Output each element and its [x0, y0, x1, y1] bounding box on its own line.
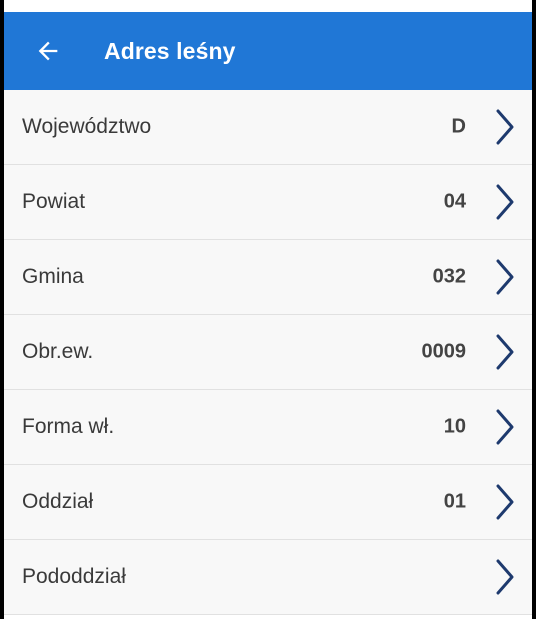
chevron-right-icon[interactable] [492, 557, 518, 597]
back-button[interactable] [20, 23, 76, 79]
chevron-right-icon[interactable] [492, 482, 518, 522]
row-label: Gmina [22, 265, 84, 288]
chevron-right-icon[interactable] [492, 257, 518, 297]
app-bar: Adres leśny [4, 12, 532, 90]
row-label: Województwo [22, 115, 152, 138]
chevron-right-icon[interactable] [492, 407, 518, 447]
row-wojewodztwo[interactable]: Województwo D [4, 90, 532, 165]
chevron-right-icon[interactable] [492, 107, 518, 147]
right-edge [532, 0, 536, 619]
row-forma-wl[interactable]: Forma wł. 10 [4, 390, 532, 465]
address-list: Województwo D Powiat 04 Gmina 032 Obr.ew… [4, 90, 532, 615]
row-obr-ew[interactable]: Obr.ew. 0009 [4, 315, 532, 390]
row-label: Oddział [22, 490, 94, 513]
chevron-right-icon[interactable] [492, 182, 518, 222]
row-value: 0009 [421, 340, 467, 363]
page-title: Adres leśny [104, 37, 236, 64]
screen: Adres leśny Województwo D Powiat 04 Gmin… [0, 0, 536, 619]
row-value: D [451, 115, 466, 138]
arrow-left-icon[interactable] [34, 37, 62, 65]
row-label: Pododdział [22, 565, 126, 588]
row-value: 04 [443, 190, 466, 213]
row-gmina[interactable]: Gmina 032 [4, 240, 532, 315]
row-powiat[interactable]: Powiat 04 [4, 165, 532, 240]
row-label: Obr.ew. [22, 340, 94, 363]
row-label: Powiat [22, 190, 86, 213]
row-oddzial[interactable]: Oddział 01 [4, 465, 532, 540]
chevron-right-icon[interactable] [492, 332, 518, 372]
row-value: 01 [443, 490, 466, 513]
row-value: 10 [443, 415, 466, 438]
row-pododdzial[interactable]: Pododdział [4, 540, 532, 615]
row-label: Forma wł. [22, 415, 115, 438]
row-value: 032 [432, 265, 466, 288]
